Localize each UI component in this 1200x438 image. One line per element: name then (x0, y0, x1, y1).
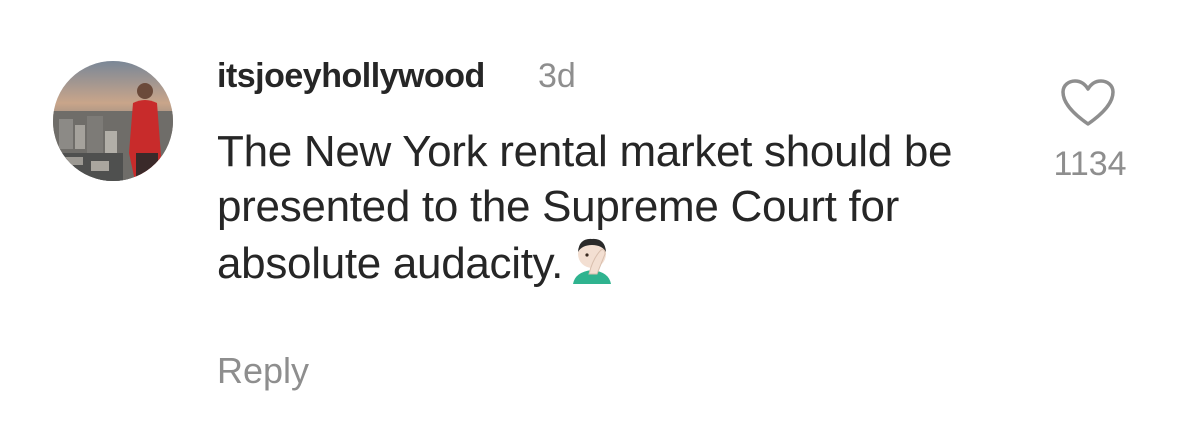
face-palm-emoji (567, 234, 617, 297)
comment-timestamp: 3d (538, 57, 576, 95)
heart-outline-icon[interactable] (1060, 78, 1116, 128)
comment-text-line: absolute audacity. (217, 239, 564, 288)
comment-item: itsjoeyhollywood 3d The New York rental … (0, 0, 1200, 438)
comment-text: The New York rental market should be pre… (217, 124, 1017, 297)
comment-username[interactable]: itsjoeyhollywood (217, 57, 485, 96)
comment-text-line: presented to the Supreme Court for (217, 182, 899, 231)
avatar[interactable] (53, 61, 173, 181)
comment-text-line: The New York rental market should be (217, 127, 953, 176)
like-count: 1134 (1053, 145, 1127, 183)
avatar-photo (53, 61, 173, 181)
reply-button[interactable]: Reply (217, 350, 309, 392)
comment-text-line-last: absolute audacity. (217, 234, 1017, 297)
